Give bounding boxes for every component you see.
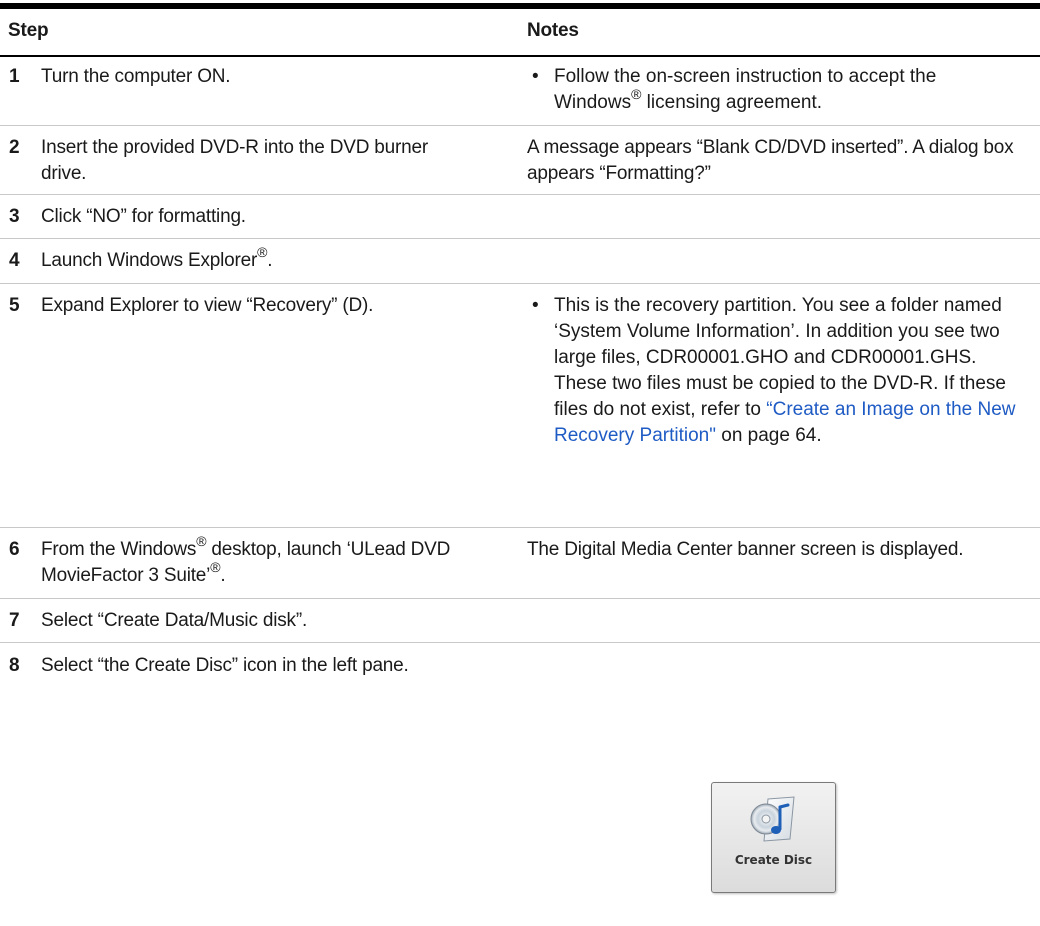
step-number: 3 <box>9 206 20 227</box>
step-text: Select “Create Data/Music disk”. <box>41 610 308 631</box>
header-step: Step <box>8 20 49 41</box>
step-text: Insert the provided DVD-R into the DVD b… <box>41 137 429 184</box>
bullet-icon: • <box>532 66 539 87</box>
note-text: A message appears “Blank CD/DVD inserted… <box>527 137 1014 184</box>
step-text: Select “the Create Disc” icon in the lef… <box>41 655 409 676</box>
note-text: The Digital Media Center banner screen i… <box>527 539 964 560</box>
step-text: Expand Explorer to view “Recovery” (D). <box>41 295 374 316</box>
row-divider <box>0 598 1040 599</box>
step-text: Click “NO” for formatting. <box>41 206 246 227</box>
step-number: 6 <box>9 539 20 560</box>
step-text: From the Windows® desktop, launch ‘ULead… <box>41 532 451 586</box>
row-divider <box>0 642 1040 643</box>
note-bullet-item: • Follow the on-screen instruction to ac… <box>532 64 1032 116</box>
header-notes: Notes <box>527 20 579 41</box>
step-number: 5 <box>9 295 20 316</box>
header-rule <box>0 55 1040 57</box>
step-number: 8 <box>9 655 20 676</box>
step-number: 4 <box>9 250 20 271</box>
note-text: This is the recovery partition. You see … <box>554 295 1016 446</box>
row-divider <box>0 527 1040 528</box>
note-bullet-item: • This is the recovery partition. You se… <box>532 293 1032 449</box>
bullet-icon: • <box>532 295 539 316</box>
create-disc-label: Create Disc <box>734 853 813 867</box>
step-number: 7 <box>9 610 20 631</box>
step-text: Launch Windows Explorer®. <box>41 243 273 271</box>
step-number: 2 <box>9 137 20 158</box>
step-number: 1 <box>9 66 20 87</box>
row-divider <box>0 283 1040 284</box>
row-divider <box>0 194 1040 195</box>
note-text: Follow the on-screen instruction to acce… <box>554 66 937 113</box>
create-disc-button[interactable]: Create Disc <box>711 782 836 893</box>
create-disc-icon <box>750 796 795 842</box>
row-divider <box>0 238 1040 239</box>
row-divider <box>0 125 1040 126</box>
top-rule <box>0 3 1040 9</box>
step-text: Turn the computer ON. <box>41 66 231 87</box>
